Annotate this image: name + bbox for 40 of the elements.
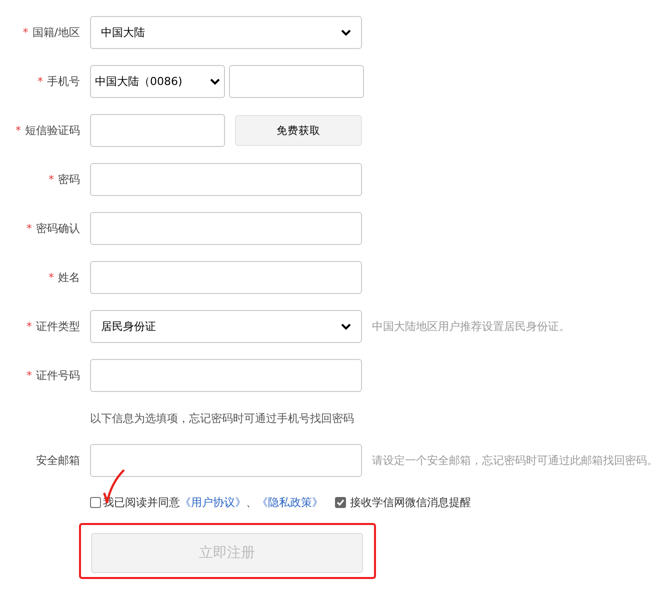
input-field[interactable] xyxy=(90,261,362,294)
required-mark: * xyxy=(26,320,32,333)
phone-input[interactable] xyxy=(229,65,364,98)
field-label: 国籍/地区 xyxy=(32,25,80,40)
wechat-label: 接收学信网微信消息提醒 xyxy=(350,494,471,510)
code-input[interactable] xyxy=(90,114,225,147)
field-label: 姓名 xyxy=(58,270,80,285)
chevron-icon xyxy=(210,78,220,85)
chevron-icon xyxy=(341,323,351,330)
required-mark: * xyxy=(48,271,54,284)
country-code-select[interactable]: 中国大陆（0086) xyxy=(90,65,225,98)
optional-note: 以下信息为选填项，忘记密码时可通过手机号找回密码 xyxy=(90,410,354,426)
field-label: 密码确认 xyxy=(36,221,80,236)
input-field[interactable] xyxy=(90,212,362,245)
field-label: 证件类型 xyxy=(36,319,80,334)
required-mark: * xyxy=(16,124,21,137)
select-field[interactable]: 中国大陆 xyxy=(90,16,362,49)
input-field[interactable] xyxy=(90,359,362,392)
field-hint: 中国大陆地区用户推荐设置居民身份证。 xyxy=(372,319,570,334)
required-mark: * xyxy=(38,75,43,88)
field-hint: 请设定一个安全邮箱，忘记密码时可通过此邮箱找回密码。 xyxy=(372,453,658,468)
get-code-button[interactable]: 免费获取 xyxy=(235,115,362,146)
input-field[interactable] xyxy=(90,163,362,196)
required-mark: * xyxy=(48,173,54,186)
separator-text: 、 xyxy=(246,494,257,510)
required-mark: * xyxy=(22,26,28,39)
required-mark: * xyxy=(26,369,32,382)
select-field[interactable]: 居民身份证 xyxy=(90,310,362,343)
privacy-policy-link[interactable]: 《隐私政策》 xyxy=(257,494,323,510)
checkbox[interactable] xyxy=(90,496,101,508)
field-label: 安全邮箱 xyxy=(36,453,80,468)
field-label: 短信验证码 xyxy=(25,123,80,138)
field-label: 证件号码 xyxy=(36,368,80,383)
user-agreement-link[interactable]: 《用户协议》 xyxy=(180,494,246,510)
input-field[interactable] xyxy=(90,444,362,477)
required-mark: * xyxy=(26,222,32,235)
field-label: 密码 xyxy=(58,172,80,187)
checkbox[interactable] xyxy=(335,496,346,508)
field-label: 手机号 xyxy=(47,74,80,89)
chevron-icon xyxy=(341,29,351,36)
